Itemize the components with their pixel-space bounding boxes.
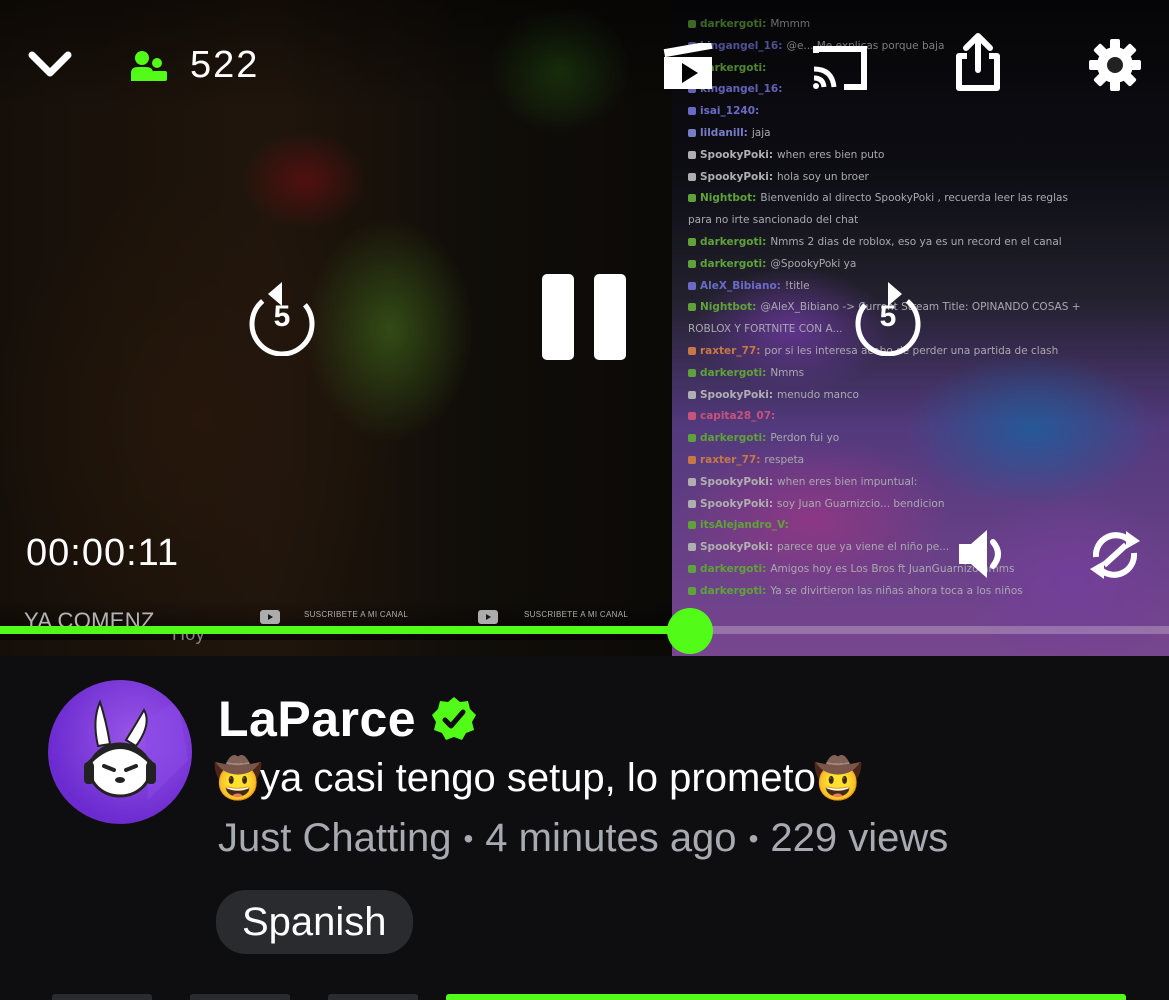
pause-icon — [542, 274, 626, 360]
share-icon — [956, 33, 1000, 91]
time-ago: 4 minutes ago — [485, 816, 737, 860]
meta-separator: • — [463, 822, 474, 854]
clip-button[interactable] — [658, 40, 718, 94]
action-bar-peek — [0, 994, 1169, 1000]
cast-button[interactable] — [808, 40, 872, 94]
bunny-avatar-icon — [84, 699, 188, 800]
viewer-count: 522 — [130, 44, 259, 87]
volume-icon — [959, 530, 1001, 578]
channel-avatar[interactable] — [48, 680, 192, 824]
stream-title-text: ya casi tengo setup, lo prometo — [260, 756, 816, 800]
forward-seconds: 5 — [879, 300, 897, 333]
stream-meta: Just Chatting • 4 minutes ago • 229 view… — [218, 816, 948, 861]
volume-button[interactable] — [950, 526, 1014, 582]
progress-track[interactable] — [0, 626, 1169, 634]
rotate-button[interactable] — [1084, 526, 1146, 584]
pause-button[interactable] — [536, 270, 632, 364]
cowboy-emoji: 🤠 — [213, 757, 263, 801]
rewind-button[interactable]: 5 — [244, 280, 320, 356]
progress-fill — [0, 626, 690, 634]
forward-button[interactable]: 5 — [850, 280, 926, 356]
rewind-seconds: 5 — [273, 300, 291, 333]
gear-icon — [1089, 39, 1141, 91]
category-link[interactable]: Just Chatting — [218, 816, 451, 861]
channel-name[interactable]: LaParce — [218, 690, 416, 748]
language-tag[interactable]: Spanish — [216, 890, 413, 954]
channel-header: LaParce — [218, 690, 478, 748]
settings-button[interactable] — [1084, 34, 1146, 96]
view-count: 229 views — [770, 816, 949, 860]
stream-title: 🤠 ya casi tengo setup, lo prometo 🤠 — [213, 756, 863, 801]
follow-button-peek[interactable] — [446, 994, 1126, 1000]
rotate-icon — [1090, 531, 1140, 579]
share-button[interactable] — [950, 30, 1006, 94]
collapse-button[interactable] — [24, 42, 76, 86]
viewers-icon — [131, 50, 167, 81]
action-button-peek[interactable] — [328, 994, 418, 1000]
verified-badge-icon — [432, 697, 477, 740]
chevron-down-icon — [28, 51, 72, 77]
meta-separator: • — [748, 822, 759, 854]
action-button-peek[interactable] — [190, 994, 290, 1000]
clip-icon — [663, 43, 713, 89]
cowboy-emoji: 🤠 — [812, 757, 863, 801]
video-player[interactable]: darkergoti:Mmmmkingangel_16:@e... Me exp… — [0, 0, 1169, 656]
action-button-peek[interactable] — [52, 994, 152, 1000]
elapsed-time: 00:00:11 — [26, 532, 180, 574]
cast-icon — [813, 46, 867, 90]
progress-scrubber[interactable] — [667, 608, 713, 654]
viewer-count-number: 522 — [190, 44, 260, 86]
